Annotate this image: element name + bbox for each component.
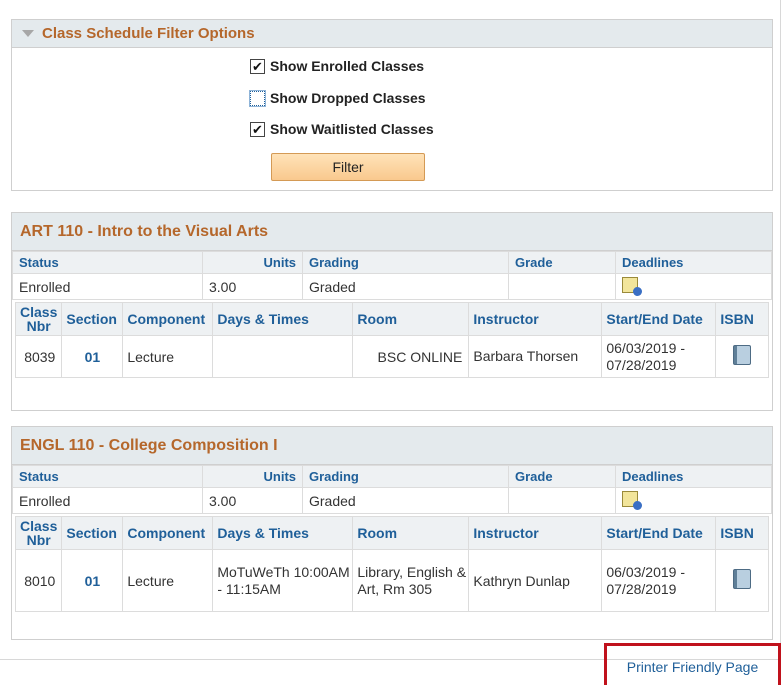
col-header-isbn: ISBN [715,302,769,336]
class-nbr-value: 8010 [14,549,63,612]
col-header-status: Status [12,465,203,488]
calendar-info-icon[interactable] [622,491,642,510]
section-link[interactable]: 01 [85,349,101,365]
show-waitlisted-option[interactable]: ✔ Show Waitlisted Classes [250,121,434,137]
filter-options-group: Class Schedule Filter Options ✔ Show Enr… [11,19,773,191]
show-dropped-option[interactable]: Show Dropped Classes [249,89,426,107]
class-detail-wrapper: Class Nbr Section Component Days & Times… [12,514,772,614]
col-header-status: Status [12,251,203,274]
filter-button[interactable]: Filter [271,153,425,181]
col-header-grading: Grading [302,251,509,274]
col-header-room: Room [352,516,470,550]
col-header-class-nbr: Class Nbr [14,516,63,550]
component-value: Lecture [122,335,214,378]
class-detail-wrapper: Class Nbr Section Component Days & Times… [12,300,772,380]
col-header-section: Section [61,516,124,550]
status-value: Enrolled [12,273,203,300]
grade-value [508,487,616,514]
units-value: 3.00 [202,487,303,514]
instructor-value: Kathryn Dunlap [468,549,603,612]
triangle-down-icon[interactable] [22,30,34,37]
grading-value: Graded [302,487,509,514]
show-enrolled-option[interactable]: ✔ Show Enrolled Classes [250,58,424,74]
class-nbr-value: 8039 [14,335,63,378]
show-dropped-label: Show Dropped Classes [270,90,426,106]
col-header-instructor: Instructor [468,302,603,336]
book-icon[interactable] [733,569,752,589]
room-value: BSC ONLINE [352,335,470,378]
filter-options-title: Class Schedule Filter Options [42,25,255,42]
days-times-value: MoTuWeTh 10:00AM - 11:15AM [212,549,354,612]
filter-options-header[interactable]: Class Schedule Filter Options [12,20,772,48]
units-value: 3.00 [202,273,303,300]
section-link[interactable]: 01 [85,573,101,589]
col-header-days-times: Days & Times [212,516,354,550]
class-section-engl110: ENGL 110 - College Composition I Status … [11,426,773,640]
table-row: 8039 01 Lecture BSC ONLINE Barbara Thors… [14,335,769,378]
class-summary-table: Status Units Grading Grade Deadlines Enr… [12,465,772,514]
room-value: Library, English & Art, Rm 305 [352,549,470,612]
col-header-start-end: Start/End Date [601,302,717,336]
col-header-units: Units [202,465,303,488]
grade-value [508,273,616,300]
status-value: Enrolled [12,487,203,514]
col-header-grading: Grading [302,465,509,488]
table-row: 8010 01 Lecture MoTuWeTh 10:00AM - 11:15… [14,549,769,612]
col-header-isbn: ISBN [715,516,769,550]
show-waitlisted-checkbox[interactable]: ✔ [250,121,265,137]
grading-value: Graded [302,273,509,300]
start-end-value: 06/03/2019 - 07/28/2019 [601,549,717,612]
col-header-deadlines: Deadlines [615,465,772,488]
col-header-instructor: Instructor [468,516,603,550]
show-dropped-checkbox[interactable] [249,89,266,107]
class-summary-table: Status Units Grading Grade Deadlines Enr… [12,251,772,300]
col-header-class-nbr: Class Nbr [14,302,63,336]
show-enrolled-label: Show Enrolled Classes [270,58,425,74]
printer-friendly-highlight: Printer Friendly Page [604,643,781,685]
show-enrolled-checkbox[interactable]: ✔ [250,58,265,74]
class-detail-table: Class Nbr Section Component Days & Times… [14,516,769,612]
col-header-component: Component [122,516,214,550]
col-header-section: Section [61,302,124,336]
col-header-grade: Grade [508,251,616,274]
col-header-deadlines: Deadlines [615,251,772,274]
component-value: Lecture [122,549,214,612]
days-times-value [212,335,354,378]
deadlines-cell [615,487,772,514]
deadlines-cell [615,273,772,300]
col-header-room: Room [352,302,470,336]
show-waitlisted-label: Show Waitlisted Classes [270,121,434,137]
class-title: ENGL 110 - College Composition I [12,427,772,465]
col-header-days-times: Days & Times [212,302,354,336]
calendar-info-icon[interactable] [622,277,642,296]
printer-friendly-link[interactable]: Printer Friendly Page [627,659,759,675]
class-title: ART 110 - Intro to the Visual Arts [12,213,772,251]
start-end-value: 06/03/2019 - 07/28/2019 [601,335,717,378]
instructor-value: Barbara Thorsen [468,335,603,378]
col-header-units: Units [202,251,303,274]
col-header-start-end: Start/End Date [601,516,717,550]
class-section-art110: ART 110 - Intro to the Visual Arts Statu… [11,212,773,411]
col-header-component: Component [122,302,214,336]
class-detail-table: Class Nbr Section Component Days & Times… [14,302,769,378]
col-header-grade: Grade [508,465,616,488]
book-icon[interactable] [733,345,752,365]
